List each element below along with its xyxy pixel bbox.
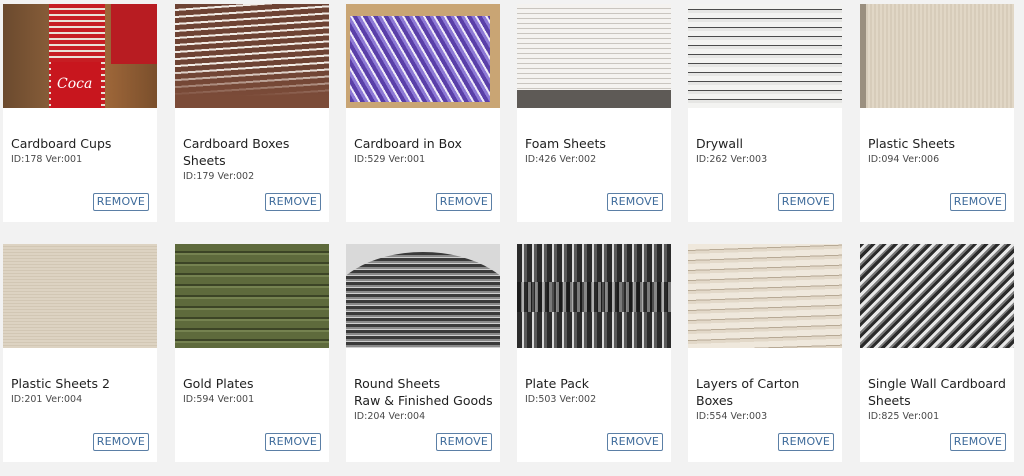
product-thumbnail-carton-layers	[688, 244, 842, 348]
product-title: Single Wall Cardboard Sheets ID:825 Ver:…	[868, 358, 1010, 440]
remove-button[interactable]: REMOVE	[92, 193, 149, 211]
product-meta: ID:594 Ver:001	[183, 394, 255, 405]
product-thumbnail-drywall	[688, 4, 842, 108]
remove-button[interactable]: REMOVE	[435, 433, 492, 451]
product-meta: ID:094 Ver:006	[868, 154, 940, 165]
product-thumbnail-plate-pack	[517, 244, 671, 348]
product-title: Plastic Sheets 2 ID:201 Ver:004	[11, 358, 153, 423]
product-title: Round Sheets Raw & Finished Goods ID:204…	[354, 358, 496, 440]
product-meta: ID:178 Ver:001	[11, 154, 83, 165]
product-meta: ID:204 Ver:004	[354, 411, 426, 422]
product-card[interactable]: Cardboard in Box ID:529 Ver:001 REMOVE	[346, 4, 500, 222]
product-title: Layers of Carton Boxes ID:554 Ver:003	[696, 358, 838, 440]
product-title: Plate Pack ID:503 Ver:002	[525, 358, 667, 423]
product-thumbnail-cardboard-in-box	[346, 4, 500, 108]
product-title: Cardboard Boxes Sheets ID:179 Ver:002	[183, 118, 325, 200]
product-meta: ID:503 Ver:002	[525, 394, 597, 405]
remove-button[interactable]: REMOVE	[777, 433, 834, 451]
product-card[interactable]: Single Wall Cardboard Sheets ID:825 Ver:…	[860, 244, 1014, 462]
remove-button[interactable]: REMOVE	[435, 193, 492, 211]
remove-button[interactable]: REMOVE	[949, 193, 1006, 211]
product-meta: ID:426 Ver:002	[525, 154, 597, 165]
product-thumbnail-boxes-sheets	[175, 4, 329, 108]
remove-button[interactable]: REMOVE	[949, 433, 1006, 451]
product-title: Gold Plates ID:594 Ver:001	[183, 358, 325, 423]
product-title: Drywall ID:262 Ver:003	[696, 118, 838, 183]
product-card[interactable]: Drywall ID:262 Ver:003 REMOVE	[688, 4, 842, 222]
product-card[interactable]: Plastic Sheets 2 ID:201 Ver:004 REMOVE	[3, 244, 157, 462]
remove-button[interactable]: REMOVE	[777, 193, 834, 211]
remove-button[interactable]: REMOVE	[264, 193, 321, 211]
product-card[interactable]: Plastic Sheets ID:094 Ver:006 REMOVE	[860, 4, 1014, 222]
product-card[interactable]: Foam Sheets ID:426 Ver:002 REMOVE	[517, 4, 671, 222]
product-meta: ID:529 Ver:001	[354, 154, 426, 165]
product-card[interactable]: Plate Pack ID:503 Ver:002 REMOVE	[517, 244, 671, 462]
product-title: Foam Sheets ID:426 Ver:002	[525, 118, 667, 183]
product-thumbnail-cardboard-cups: Coca	[3, 4, 157, 108]
remove-button[interactable]: REMOVE	[264, 433, 321, 451]
product-card[interactable]: Gold Plates ID:594 Ver:001 REMOVE	[175, 244, 329, 462]
product-title: Cardboard in Box ID:529 Ver:001	[354, 118, 496, 183]
product-thumbnail-round-sheets	[346, 244, 500, 348]
product-title: Cardboard Cups ID:178 Ver:001	[11, 118, 153, 183]
product-meta: ID:179 Ver:002	[183, 171, 255, 182]
product-thumbnail-single-wall-cardboard	[860, 244, 1014, 348]
product-thumbnail-plastic-sheets-2	[3, 244, 157, 348]
product-meta: ID:262 Ver:003	[696, 154, 768, 165]
product-card[interactable]: Round Sheets Raw & Finished Goods ID:204…	[346, 244, 500, 462]
product-card[interactable]: Coca Cardboard Cups ID:178 Ver:001 REMOV…	[3, 4, 157, 222]
product-thumbnail-plastic-sheets	[860, 4, 1014, 108]
product-card[interactable]: Layers of Carton Boxes ID:554 Ver:003 RE…	[688, 244, 842, 462]
product-card[interactable]: Cardboard Boxes Sheets ID:179 Ver:002 RE…	[175, 4, 329, 222]
product-meta: ID:201 Ver:004	[11, 394, 83, 405]
remove-button[interactable]: REMOVE	[606, 433, 663, 451]
product-grid: Coca Cardboard Cups ID:178 Ver:001 REMOV…	[0, 0, 1024, 476]
product-meta: ID:825 Ver:001	[868, 411, 940, 422]
remove-button[interactable]: REMOVE	[606, 193, 663, 211]
remove-button[interactable]: REMOVE	[92, 433, 149, 451]
product-meta: ID:554 Ver:003	[696, 411, 768, 422]
coca-cola-logo: Coca	[57, 76, 93, 92]
product-thumbnail-foam-sheets	[517, 4, 671, 108]
product-title: Plastic Sheets ID:094 Ver:006	[868, 118, 1010, 183]
product-thumbnail-gold-plates	[175, 244, 329, 348]
